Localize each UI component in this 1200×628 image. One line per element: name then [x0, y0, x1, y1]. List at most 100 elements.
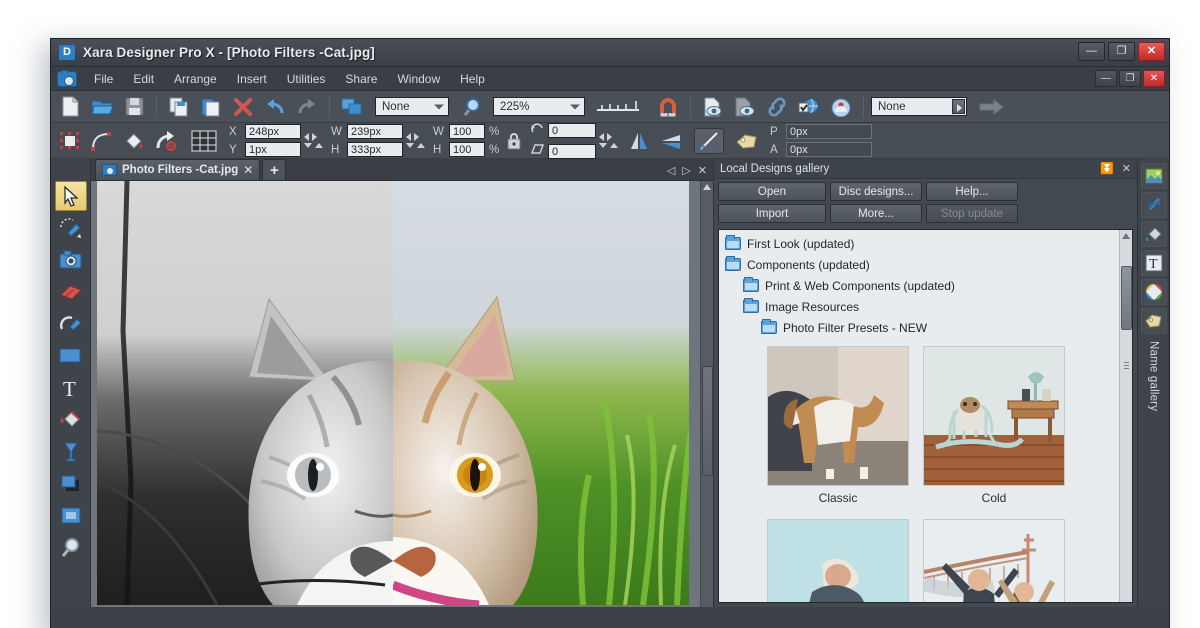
- zoom-icon[interactable]: [459, 94, 489, 120]
- open-button[interactable]: Open: [718, 182, 826, 201]
- wh-spinner[interactable]: [406, 133, 425, 148]
- scrollbar-thumb[interactable]: [1121, 266, 1132, 330]
- thumbnail-item-4[interactable]: [923, 519, 1065, 602]
- duplicate-icon[interactable]: [337, 94, 367, 120]
- fill-tool[interactable]: [55, 405, 87, 435]
- animation-dropdown[interactable]: None: [871, 97, 967, 116]
- name-gallery-icon[interactable]: [1140, 308, 1167, 334]
- preview-page-icon[interactable]: [698, 94, 728, 120]
- fill-gallery-icon[interactable]: [1140, 221, 1167, 247]
- width-percent-input[interactable]: 100: [449, 124, 485, 139]
- rocking-chair-table-photo[interactable]: [923, 346, 1065, 486]
- p-input[interactable]: 0px: [786, 124, 872, 139]
- gallery-content-list[interactable]: First Look (updated) Components (updated…: [718, 229, 1133, 603]
- curve-icon[interactable]: [87, 128, 117, 154]
- rotate-input[interactable]: 0: [548, 122, 596, 138]
- menu-item-utilities[interactable]: Utilities: [278, 70, 335, 88]
- couple-bridge-photo[interactable]: [923, 519, 1065, 602]
- bitmap-gallery-icon[interactable]: [1140, 163, 1167, 189]
- mould-tool[interactable]: [55, 501, 87, 531]
- cat-photo[interactable]: [97, 181, 689, 605]
- gallery-vertical-scrollbar[interactable]: [1119, 230, 1132, 602]
- color-gallery-icon[interactable]: [1140, 279, 1167, 305]
- spin-right-icon[interactable]: [607, 133, 612, 141]
- menu-item-insert[interactable]: Insert: [228, 70, 276, 88]
- copy-icon[interactable]: [164, 94, 194, 120]
- minimize-button[interactable]: —: [1078, 42, 1105, 61]
- menu-item-help[interactable]: Help: [451, 70, 494, 88]
- spin-up-icon[interactable]: [315, 143, 323, 148]
- scroll-up-icon[interactable]: [703, 184, 711, 190]
- dog-beagle-photo[interactable]: [767, 346, 909, 486]
- redo-icon[interactable]: [292, 94, 322, 120]
- publish-web-icon[interactable]: [794, 94, 824, 120]
- fill-tool-icon[interactable]: [119, 128, 149, 154]
- spin-left-icon[interactable]: [304, 133, 309, 141]
- scrollbar-thumb[interactable]: [702, 366, 713, 476]
- thumbnail-item-cold[interactable]: Cold: [923, 346, 1065, 505]
- pin-icon[interactable]: ⏬: [1100, 162, 1114, 175]
- preview-site-icon[interactable]: [730, 94, 760, 120]
- spin-down-icon[interactable]: [304, 143, 312, 148]
- photo-tool[interactable]: [55, 245, 87, 275]
- font-gallery-icon[interactable]: T: [1140, 250, 1167, 276]
- arrow-right-icon[interactable]: [977, 94, 1007, 120]
- tree-item-image-resources[interactable]: Image Resources: [725, 296, 1132, 317]
- delete-icon[interactable]: [228, 94, 258, 120]
- spin-right-icon[interactable]: [414, 133, 419, 141]
- x-input[interactable]: 248px: [245, 124, 301, 139]
- menu-item-arrange[interactable]: Arrange: [165, 70, 226, 88]
- menu-item-file[interactable]: File: [85, 70, 122, 88]
- photo-select-tool[interactable]: [55, 213, 87, 243]
- spin-up-icon[interactable]: [610, 143, 618, 148]
- xy-spinner[interactable]: [304, 133, 323, 148]
- zoom-level-dropdown[interactable]: 225%: [493, 97, 585, 116]
- tree-item-photo-filter-presets[interactable]: Photo Filter Presets - NEW: [725, 317, 1132, 338]
- zoom-slider[interactable]: [595, 94, 643, 120]
- paste-icon[interactable]: [196, 94, 226, 120]
- save-icon[interactable]: [119, 94, 149, 120]
- spin-left-icon[interactable]: [406, 133, 411, 141]
- scrollbar-grip[interactable]: [1124, 362, 1129, 371]
- tab-next-icon[interactable]: ▷: [682, 164, 690, 177]
- close-icon[interactable]: ✕: [1122, 162, 1131, 175]
- doc-minimize-button[interactable]: —: [1095, 70, 1117, 87]
- flip-horizontal-icon[interactable]: [624, 128, 654, 154]
- quality-dropdown[interactable]: None: [375, 97, 449, 116]
- maximize-button[interactable]: ❐: [1108, 42, 1135, 61]
- camera-icon[interactable]: [57, 69, 77, 87]
- spin-up-icon[interactable]: [417, 143, 425, 148]
- tab-bar-close-icon[interactable]: ✕: [698, 164, 707, 177]
- undo-icon[interactable]: [260, 94, 290, 120]
- rotate-tool-icon[interactable]: [151, 128, 181, 154]
- menu-item-share[interactable]: Share: [336, 70, 386, 88]
- menu-item-window[interactable]: Window: [388, 70, 449, 88]
- spin-right-icon[interactable]: [312, 133, 317, 141]
- rotate-skew-spinner[interactable]: [599, 133, 618, 148]
- man-winter-city-photo[interactable]: [767, 519, 909, 602]
- menu-item-edit[interactable]: Edit: [124, 70, 163, 88]
- help-button[interactable]: Help...: [926, 182, 1018, 201]
- scroll-up-icon[interactable]: [1122, 233, 1130, 239]
- grid-icon[interactable]: [189, 128, 219, 154]
- name-gallery-label[interactable]: Name gallery: [1148, 341, 1160, 411]
- selector-tool[interactable]: [54, 181, 87, 211]
- close-button[interactable]: ✕: [1138, 42, 1165, 61]
- eraser-tool[interactable]: [55, 277, 87, 307]
- freehand-tool[interactable]: [55, 309, 87, 339]
- shadow-tool[interactable]: [55, 469, 87, 499]
- document-tab[interactable]: Photo Filters -Cat.jpg ✕: [95, 159, 261, 180]
- y-input[interactable]: 1px: [245, 142, 301, 157]
- tree-item-first-look[interactable]: First Look (updated): [725, 233, 1132, 254]
- link-icon[interactable]: [762, 94, 792, 120]
- snap-magnet-icon[interactable]: [653, 94, 683, 120]
- skew-input[interactable]: 0: [548, 143, 596, 159]
- new-tab-button[interactable]: +: [262, 159, 287, 180]
- spin-down-icon[interactable]: [406, 143, 414, 148]
- new-document-icon[interactable]: [55, 94, 85, 120]
- tree-item-print-web-components[interactable]: Print & Web Components (updated): [725, 275, 1132, 296]
- tree-item-components[interactable]: Components (updated): [725, 254, 1132, 275]
- zoom-tool[interactable]: [55, 533, 87, 563]
- width-input[interactable]: 239px: [347, 124, 403, 139]
- height-input[interactable]: 333px: [347, 142, 403, 157]
